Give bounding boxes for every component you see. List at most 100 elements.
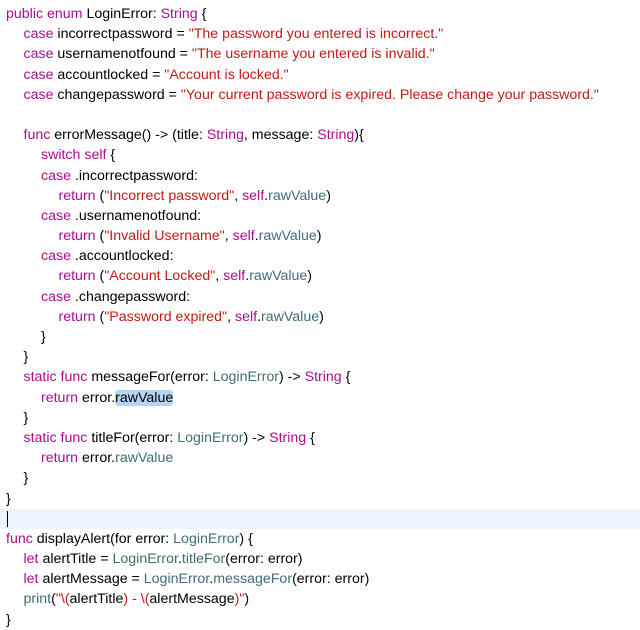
code-token: { [359,127,364,144]
code-token: .changepassword: [74,288,191,305]
code-line[interactable]: func displayAlert(for error: LoginError)… [0,529,640,549]
code-line[interactable]: func errorMessage() -> (title: String, m… [0,125,640,145]
code-token: usernamenotfound = [57,46,192,63]
code-token: ) -> [279,369,305,386]
code-token: case [41,248,75,265]
code-token: return [58,187,100,204]
code-token: displayAlert(for error: [36,530,174,547]
code-token: String [160,6,198,22]
code-token: { [106,147,116,164]
code-line[interactable]: case incorrectpassword = "The password y… [0,24,640,44]
code-token: rawValue [268,187,327,204]
code-token: } [23,349,29,366]
code-token: case [41,167,75,184]
code-token: , message: [243,127,318,144]
code-token: case [23,46,58,63]
code-token: LoginError [143,571,210,588]
code-token: return [58,268,100,285]
code-line[interactable]: } [0,347,640,367]
code-line[interactable]: public enum LoginError: String { [0,4,640,24]
code-token: let [23,551,43,568]
code-token: case [23,86,58,103]
code-line[interactable]: case accountlocked = "Account is locked.… [0,65,640,85]
code-token: "Incorrect password" [104,187,235,204]
code-line[interactable]: let alertTitle = LoginError.titleFor(err… [0,549,640,569]
code-token: .incorrectpassword: [74,167,198,184]
code-line[interactable] [0,105,640,125]
code-token: { [197,6,207,22]
code-token: "Account is locked." [164,66,289,83]
code-line[interactable]: static func titleFor(error: LoginError) … [0,428,640,448]
code-line[interactable]: } [0,610,640,630]
code-token: .usernamenotfound: [74,207,202,224]
code-line[interactable]: return ("Incorrect password", self.rawVa… [0,186,640,206]
code-token: errorMessage() -> (title: [54,127,207,144]
code-line[interactable] [0,508,640,529]
code-token: ) - \( [123,591,150,608]
code-token: } [23,409,29,426]
code-line[interactable]: print("\(alertTitle) - \(alertMessage)") [0,589,640,609]
code-line[interactable]: switch self { [0,145,640,165]
code-line[interactable]: return ("Account Locked", self.rawValue) [0,266,640,286]
code-token: alertMessage [149,591,235,608]
code-line[interactable]: case changepassword = "Your current pass… [0,85,640,105]
code-token: String [269,429,307,446]
code-token: "The password you entered is incorrect." [188,26,444,43]
code-token: .accountlocked: [74,248,174,265]
code-line[interactable]: case usernamenotfound = "The username yo… [0,44,640,64]
code-token: public enum [6,6,87,22]
code-token: } [23,470,29,487]
code-token: let [23,571,43,588]
code-line[interactable]: static func messageFor(error: LoginError… [0,367,640,387]
code-line[interactable]: } [0,468,640,488]
code-line[interactable]: return error.rawValue [0,448,640,468]
code-token: print [23,591,52,608]
code-token: return [58,308,100,325]
code-editor[interactable]: public enum LoginError: String {case inc… [0,0,640,630]
code-token: self [232,228,255,245]
code-token: ) [307,268,313,285]
code-token: accountlocked = [57,66,165,83]
code-token: )" [234,591,245,608]
code-token: titleFor [181,551,226,568]
code-token: "\( [55,591,70,608]
code-line[interactable]: } [0,408,640,428]
code-token: , [227,308,235,325]
code-token: messageFor [213,571,293,588]
code-line[interactable]: case .changepassword: [0,287,640,307]
text-caret [7,510,8,527]
code-line[interactable]: } [0,489,640,509]
code-token: String [206,127,244,144]
code-token: "Account Locked" [104,268,216,285]
code-line[interactable]: return ("Invalid Username", self.rawValu… [0,226,640,246]
code-token: messageFor(error: [91,369,213,386]
code-line[interactable]: case .usernamenotfound: [0,206,640,226]
selected-token: rawValue [115,389,174,406]
code-line[interactable]: } [0,327,640,347]
code-token: "The username you entered is invalid." [191,46,435,63]
code-token: ) { [239,530,253,547]
code-token: ) [316,228,322,245]
code-token: , [224,228,233,245]
code-line[interactable]: return error.rawValue [0,388,640,408]
code-token: "Password expired" [104,308,228,325]
code-token: } [6,611,11,628]
code-token: String [317,127,355,144]
code-line[interactable]: let alertMessage = LoginError.messageFor… [0,569,640,589]
code-token: self [242,187,265,204]
code-token: ) [326,187,331,204]
code-line[interactable]: case .accountlocked: [0,246,640,266]
code-token: } [6,490,11,507]
code-token: { [341,369,351,386]
code-token: switch self [41,147,107,164]
code-token: "Invalid Username" [104,228,225,245]
code-token: , [234,187,243,204]
code-token: ) -> [243,429,270,446]
code-token: case [41,288,75,305]
code-token: case [23,26,58,43]
code-token: incorrectpassword = [57,26,189,43]
code-line[interactable]: return ("Password expired", self.rawValu… [0,307,640,327]
code-token: (error: error) [225,551,303,568]
code-token: "Your current password is expired. Pleas… [180,86,599,103]
code-line[interactable]: case .incorrectpassword: [0,166,640,186]
